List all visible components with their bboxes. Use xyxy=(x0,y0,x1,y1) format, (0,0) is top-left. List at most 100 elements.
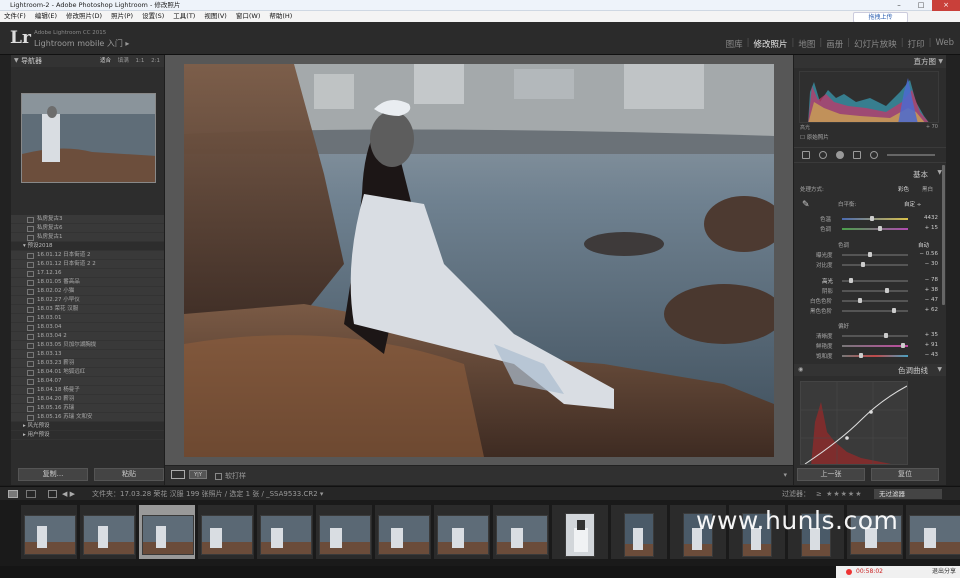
preset-item[interactable]: 18.04.18 杨曼子 xyxy=(11,386,164,395)
preset-folder[interactable]: ▸ 风光预设 xyxy=(11,422,164,431)
photo-count[interactable]: 199 张照片 / 选定 1 张 / _SSA9533.CR2 ▾ xyxy=(186,487,323,501)
radial-filter-icon[interactable] xyxy=(870,151,878,159)
blacks-value[interactable]: + 62 xyxy=(925,307,938,313)
exposure-knob[interactable] xyxy=(868,252,873,257)
tone-curve-header[interactable]: ◉ 色调曲线 ▼ xyxy=(794,364,946,376)
filmstrip-thumbnail[interactable] xyxy=(496,515,548,555)
menu-view[interactable]: 视图(V) xyxy=(204,11,227,22)
auto-tone-button[interactable]: 自动 xyxy=(918,241,929,249)
left-panel-edge[interactable] xyxy=(0,55,11,485)
menu-help[interactable]: 帮助(H) xyxy=(269,11,292,22)
tint-value[interactable]: + 15 xyxy=(925,225,938,231)
shadows-slider[interactable] xyxy=(842,288,908,293)
right-panel-scrollbar[interactable] xyxy=(942,165,945,305)
vibrance-knob[interactable] xyxy=(900,343,905,348)
module-map[interactable]: 地图 xyxy=(798,38,815,50)
histogram-header[interactable]: 直方图 ▼ xyxy=(794,55,946,68)
preset-item[interactable]: 18.03.01 xyxy=(11,314,164,323)
graduated-filter-icon[interactable] xyxy=(853,151,861,159)
original-photo-checkbox[interactable]: ☐ 原始照片 xyxy=(800,133,829,141)
filmstrip-cell[interactable] xyxy=(197,504,255,560)
before-after-button[interactable]: Y|Y xyxy=(189,470,207,479)
zoom-fit[interactable]: 适合 xyxy=(100,58,111,64)
maximize-button[interactable]: □ xyxy=(910,0,932,11)
preset-item[interactable]: 18.02.27 小早仪 xyxy=(11,296,164,305)
preset-item[interactable]: 18.04.01 地狐远红 xyxy=(11,368,164,377)
tint-knob[interactable] xyxy=(877,226,882,231)
menu-file[interactable]: 文件(F) xyxy=(4,11,26,22)
preset-item[interactable]: 18.03.23 薪羽 xyxy=(11,359,164,368)
highlights-value[interactable]: − 78 xyxy=(925,277,938,283)
module-library[interactable]: 图库 xyxy=(726,38,743,50)
nav-arrows-icon[interactable]: ◀ ▶ xyxy=(62,487,75,501)
shadows-value[interactable]: + 38 xyxy=(925,287,938,293)
highlights-knob[interactable] xyxy=(848,278,853,283)
eyedropper-icon[interactable]: ✎ xyxy=(802,200,810,210)
preset-item[interactable]: 18.03.13 xyxy=(11,350,164,359)
filmstrip-cell-selected[interactable] xyxy=(138,504,196,560)
filmstrip-thumbnail[interactable] xyxy=(909,515,960,555)
menu-tools[interactable]: 工具(T) xyxy=(173,11,195,22)
secondary-window-button[interactable] xyxy=(26,490,36,498)
copy-button[interactable]: 复制... xyxy=(18,468,88,481)
mobile-link[interactable]: Lightroom mobile 入门 ▸ xyxy=(34,38,129,49)
exit-share-button[interactable]: 退出分享 xyxy=(932,566,956,578)
reset-button[interactable]: 复位 xyxy=(871,468,939,481)
module-develop[interactable]: 修改照片 xyxy=(754,38,788,50)
filmstrip-thumbnail[interactable] xyxy=(319,515,371,555)
red-eye-icon[interactable] xyxy=(836,151,844,159)
main-photo[interactable] xyxy=(184,64,774,457)
zoom-2-1[interactable]: 2:1 xyxy=(151,58,160,64)
preset-item[interactable]: 18.01.05 番高品 xyxy=(11,278,164,287)
preset-item[interactable]: 16.01.12 日本街道 2 2 xyxy=(11,260,164,269)
filmstrip-cell[interactable] xyxy=(551,504,609,560)
module-web[interactable]: Web xyxy=(935,38,954,50)
temp-knob[interactable] xyxy=(869,216,874,221)
filmstrip-cell[interactable] xyxy=(315,504,373,560)
module-print[interactable]: 打印 xyxy=(908,38,925,50)
navigator-preview[interactable] xyxy=(21,93,156,183)
menu-window[interactable]: 窗口(W) xyxy=(236,11,261,22)
shadows-knob[interactable] xyxy=(884,288,889,293)
filmstrip-cell[interactable] xyxy=(610,504,668,560)
vibrance-slider[interactable] xyxy=(842,343,908,348)
white-balance-select[interactable]: 自定 ÷ xyxy=(904,200,921,208)
filmstrip-thumbnail[interactable] xyxy=(201,515,253,555)
filmstrip-thumbnail[interactable] xyxy=(437,515,489,555)
saturation-knob[interactable] xyxy=(859,353,864,358)
preset-item[interactable]: 18.04.07 xyxy=(11,377,164,386)
preset-item[interactable]: 18.02.02 小猫 xyxy=(11,287,164,296)
soft-proofing-checkbox[interactable]: 软打样 xyxy=(215,471,246,481)
whites-value[interactable]: − 47 xyxy=(925,297,938,303)
clarity-slider[interactable] xyxy=(842,333,908,338)
treatment-color[interactable]: 彩色 xyxy=(898,185,909,193)
clarity-value[interactable]: + 35 xyxy=(925,332,938,338)
contrast-value[interactable]: − 30 xyxy=(925,261,938,267)
preset-item[interactable]: 16.01.12 日本街道 2 xyxy=(11,251,164,260)
clarity-knob[interactable] xyxy=(884,333,889,338)
treatment-bw[interactable]: 黑白 xyxy=(922,185,933,193)
temp-value[interactable]: 4432 xyxy=(924,215,938,221)
filmstrip-thumbnail[interactable] xyxy=(83,515,135,555)
tint-slider[interactable] xyxy=(842,226,908,231)
primary-window-button[interactable] xyxy=(8,490,18,498)
filmstrip-cell[interactable] xyxy=(492,504,550,560)
preset-folder[interactable]: ▸ 用户预设 xyxy=(11,431,164,440)
menu-develop[interactable]: 修改照片(D) xyxy=(66,11,102,22)
brush-slider[interactable] xyxy=(887,154,935,156)
basic-panel-header[interactable]: 基本 ▼ xyxy=(794,167,946,179)
menu-settings[interactable]: 设置(S) xyxy=(142,11,164,22)
preset-item[interactable]: 私房复古1 xyxy=(11,233,164,242)
contrast-knob[interactable] xyxy=(860,262,865,267)
grid-view-icon[interactable] xyxy=(48,490,57,498)
filmstrip-cell[interactable] xyxy=(433,504,491,560)
module-slideshow[interactable]: 幻灯片放映 xyxy=(854,38,897,50)
preset-folder[interactable]: ▾ 预设2018 xyxy=(11,242,164,251)
filmstrip-cell[interactable] xyxy=(79,504,137,560)
filmstrip-thumbnail[interactable] xyxy=(142,515,194,555)
contrast-slider[interactable] xyxy=(842,262,908,267)
module-book[interactable]: 画册 xyxy=(826,38,843,50)
whites-slider[interactable] xyxy=(842,298,908,303)
zoom-fill[interactable]: 填满 xyxy=(118,58,129,64)
filmstrip-thumbnail[interactable] xyxy=(24,515,76,555)
